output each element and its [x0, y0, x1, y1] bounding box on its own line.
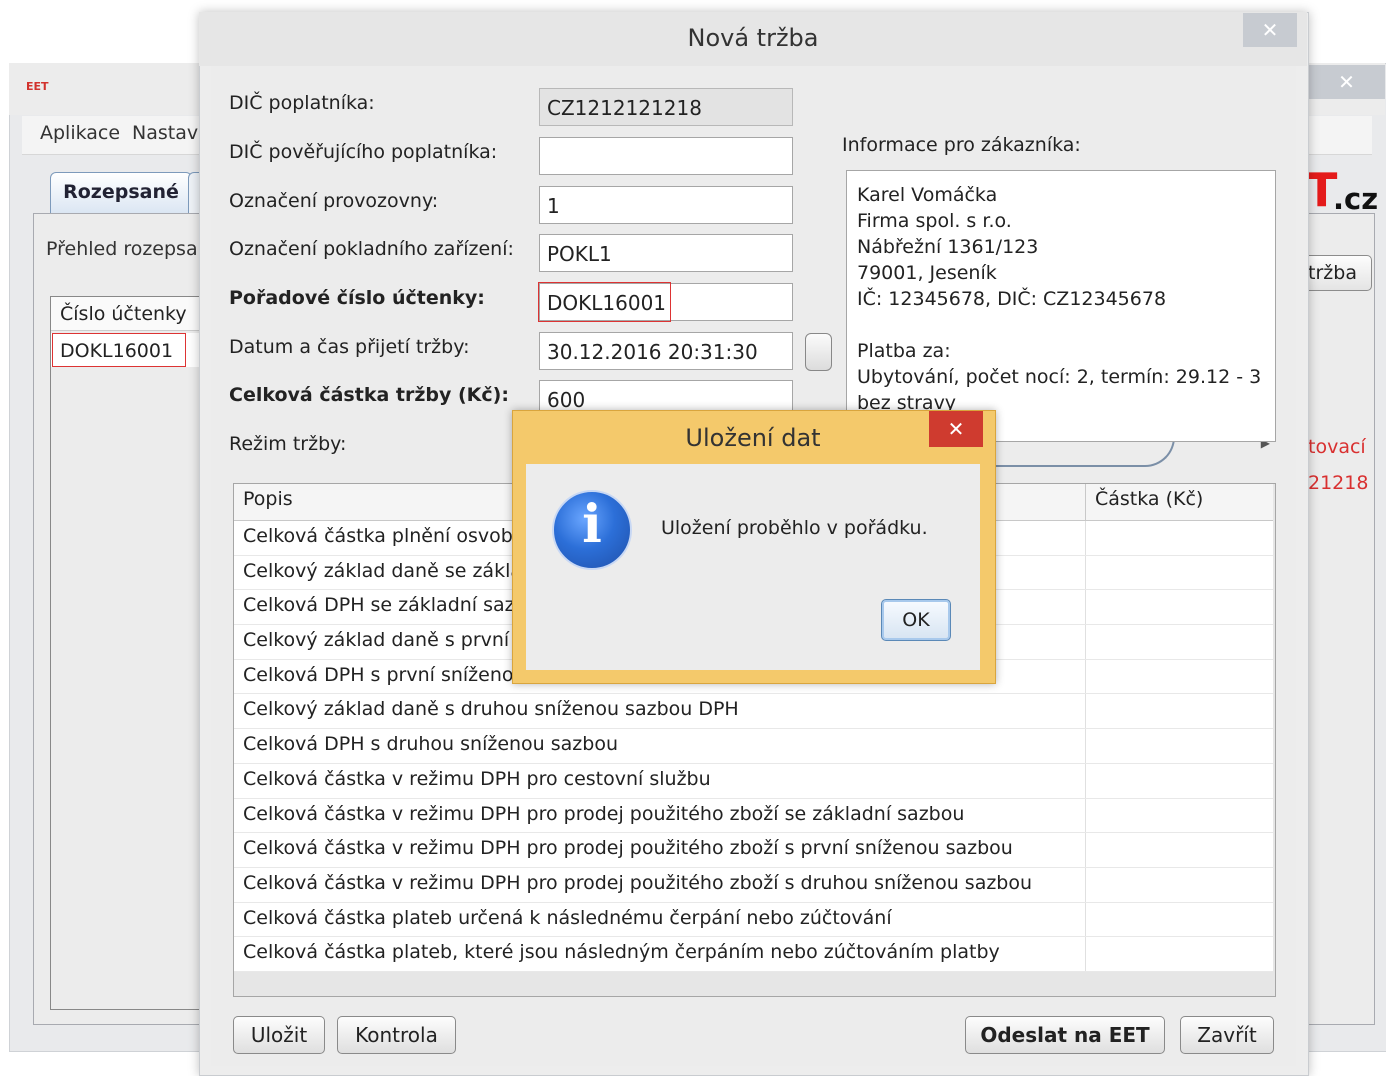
row-description: Celková částka v režimu DPH pro cestovní… [243, 767, 711, 790]
row-description: Celková částka v režimu DPH pro prodej p… [243, 802, 965, 825]
dialog-close-button[interactable]: ✕ [1243, 13, 1297, 47]
customer-info-label: Informace pro zákazníka: [842, 134, 1081, 156]
row-description: Celková částka plateb určená k následném… [243, 906, 892, 929]
info-text-2: 21218 [1308, 472, 1369, 494]
receipts-column-header[interactable]: Číslo účtenky [51, 297, 210, 331]
table-row[interactable]: Celková částka v režimu DPH pro prodej p… [234, 798, 1273, 834]
table-row[interactable]: Celková částka plateb určená k následném… [234, 902, 1273, 938]
provozovna-field[interactable]: 1 [539, 186, 793, 224]
rezim-label: Režim tržby: [229, 433, 347, 455]
row-description: Celková DPH s druhou sníženou sazbou [243, 733, 618, 756]
menu-nastaveni[interactable]: Nastav [132, 122, 198, 144]
logo-suffix: .cz [1333, 182, 1379, 216]
pokladna-label: Označení pokladního zařízení: [229, 238, 514, 260]
header-separator [1085, 484, 1086, 520]
provozovna-label: Označení provozovny: [229, 190, 439, 212]
row-description: Celková částka plateb, které jsou násled… [243, 941, 1000, 964]
message-text: Uložení proběhlo v pořádku. [661, 517, 928, 539]
save-button[interactable]: Uložit [233, 1016, 325, 1054]
tab-rozepsane[interactable]: Rozepsané [50, 172, 192, 213]
table-row[interactable]: Celkový základ daně s druhou sníženou sa… [234, 694, 1273, 730]
row-description: Celková částka plnění osvobo [243, 525, 525, 547]
receipts-table [50, 296, 212, 1010]
ok-button[interactable]: OK [881, 599, 951, 641]
pokladna-field[interactable]: POKL1 [539, 234, 793, 272]
send-to-eet-button[interactable]: Odeslat na EET [965, 1016, 1165, 1054]
row-highlight [52, 333, 186, 367]
message-close-button[interactable]: ✕ [929, 411, 983, 447]
row-description: Celková částka v režimu DPH pro prodej p… [243, 837, 1013, 860]
table-row[interactable]: Celková částka v režimu DPH pro prodej p… [234, 867, 1273, 903]
row-description: Celkový základ daně s druhou sníženou sa… [243, 698, 739, 721]
row-description: Celková částka v režimu DPH pro prodej p… [243, 871, 1033, 894]
table-row[interactable]: Celková DPH s druhou sníženou sazbou [234, 729, 1273, 764]
dic-poverujici-label: DIČ pověřujícího poplatníka: [229, 141, 498, 163]
column-castka[interactable]: Částka (Kč) [1095, 488, 1203, 510]
row-description: Celková DPH se základní sazb [243, 594, 527, 617]
info-icon-glyph: i [582, 494, 602, 555]
castka-label: Celková částka tržby (Kč): [229, 384, 509, 406]
column-popis[interactable]: Popis [243, 488, 293, 510]
check-button[interactable]: Kontrola [337, 1016, 456, 1054]
poradove-highlight [538, 282, 671, 322]
table-row[interactable]: Celková částka v režimu DPH pro cestovní… [234, 763, 1273, 799]
table-row[interactable]: Celková částka v režimu DPH pro prodej p… [234, 833, 1273, 868]
row-description: Celkový základ daně s první s [243, 629, 526, 652]
close-button[interactable]: Zavřít [1180, 1016, 1274, 1054]
main-window-close-button[interactable]: ✕ [1308, 65, 1385, 99]
overview-label: Přehled rozepsa [46, 238, 198, 260]
dic-label: DIČ poplatníka: [229, 92, 375, 114]
message-title: Uložení dat [685, 424, 821, 452]
logo-letter: T [1306, 163, 1337, 217]
poradove-label: Pořadové číslo účtenky: [229, 287, 485, 309]
dialog-title: Nová tržba [687, 24, 819, 52]
dic-field[interactable]: CZ1212121218 [539, 88, 793, 126]
table-row[interactable]: Celková částka plateb, které jsou násled… [234, 937, 1273, 972]
datum-label: Datum a čas přijetí tržby: [229, 336, 470, 358]
info-text-1: tovací [1308, 436, 1366, 458]
dic-poverujici-field[interactable] [539, 137, 793, 175]
customer-info-text: Karel Vomáčka Firma spol. s r.o. Nábřežn… [857, 184, 1262, 414]
row-description: Celkový základ daně se zákla [243, 559, 522, 582]
main-window-title: EET [26, 80, 49, 93]
datum-field[interactable]: 30.12.2016 20:31:30 [539, 332, 793, 370]
calendar-button[interactable] [805, 333, 832, 371]
menu-aplikace[interactable]: Aplikace [40, 122, 120, 144]
